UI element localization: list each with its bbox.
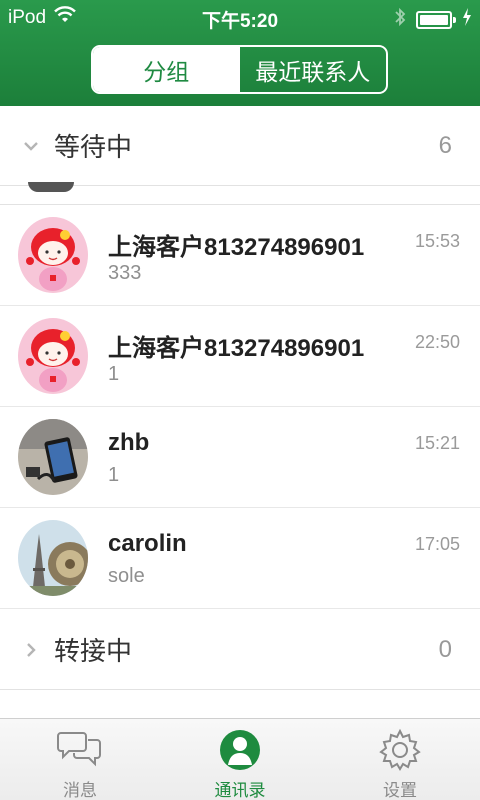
battery-icon bbox=[416, 10, 456, 29]
contact-name: zhb bbox=[108, 429, 150, 456]
group-count: 0 bbox=[438, 635, 452, 663]
message-time: 17:05 bbox=[414, 534, 460, 554]
list-item[interactable]: 上海客户813274896901 333 15:53 bbox=[0, 205, 480, 306]
avatar bbox=[28, 182, 74, 192]
list-item[interactable]: zhb 1 15:21 bbox=[0, 407, 480, 508]
status-right bbox=[394, 7, 472, 32]
chevron-down-icon bbox=[22, 137, 40, 155]
segmented-control: 分组 最近联系人 bbox=[91, 45, 388, 94]
cartoon-girl-avatar bbox=[18, 217, 88, 293]
tab-label: 通讯录 bbox=[214, 781, 266, 800]
charging-icon bbox=[462, 8, 472, 31]
tab-bar: 消息 通讯录 设置 bbox=[0, 718, 480, 800]
tab-recent-contacts[interactable]: 最近联系人 bbox=[240, 47, 387, 92]
contact-list: 等待中 6 上海客户813274896901 333 15:53 上海客户813… bbox=[0, 106, 480, 718]
contact-name: carolin bbox=[108, 530, 187, 557]
list-item[interactable]: carolin sole 17:05 bbox=[0, 508, 480, 609]
group-label: 转接中 bbox=[54, 636, 133, 666]
eiffel-tower-photo-avatar bbox=[18, 520, 88, 596]
message-time: 15:53 bbox=[414, 231, 460, 251]
group-label: 等待中 bbox=[54, 132, 133, 162]
bluetooth-icon bbox=[394, 7, 406, 32]
group-transferring[interactable]: 转接中 0 bbox=[0, 610, 480, 690]
message-time: 15:21 bbox=[414, 433, 460, 453]
gear-icon bbox=[377, 727, 423, 773]
last-message: 333 bbox=[108, 262, 142, 284]
chevron-right-icon bbox=[22, 641, 40, 659]
contact-person-icon bbox=[217, 727, 263, 773]
tab-label: 消息 bbox=[63, 781, 97, 800]
tab-messages[interactable]: 消息 bbox=[0, 719, 160, 800]
last-message: sole bbox=[108, 565, 145, 587]
phone-photo-avatar bbox=[18, 419, 88, 495]
tab-contacts[interactable]: 通讯录 bbox=[160, 719, 320, 800]
status-bar: iPod 下午5:20 bbox=[0, 0, 480, 34]
tab-label: 设置 bbox=[383, 781, 417, 800]
tab-settings[interactable]: 设置 bbox=[320, 719, 480, 800]
last-message: 1 bbox=[108, 363, 120, 385]
contact-name: 上海客户813274896901 bbox=[108, 234, 365, 261]
tab-groups[interactable]: 分组 bbox=[93, 47, 240, 92]
list-item[interactable]: 上海客户813274896901 1 22:50 bbox=[0, 306, 480, 407]
cartoon-girl-avatar bbox=[18, 318, 88, 394]
message-time: 22:50 bbox=[414, 332, 460, 352]
chat-bubbles-icon bbox=[57, 727, 103, 773]
last-message: 1 bbox=[108, 464, 120, 486]
header: iPod 下午5:20 分组 最近联系人 bbox=[0, 0, 480, 106]
contact-name: 上海客户813274896901 bbox=[108, 335, 365, 362]
group-count: 6 bbox=[438, 131, 452, 159]
group-waiting[interactable]: 等待中 6 bbox=[0, 106, 480, 186]
